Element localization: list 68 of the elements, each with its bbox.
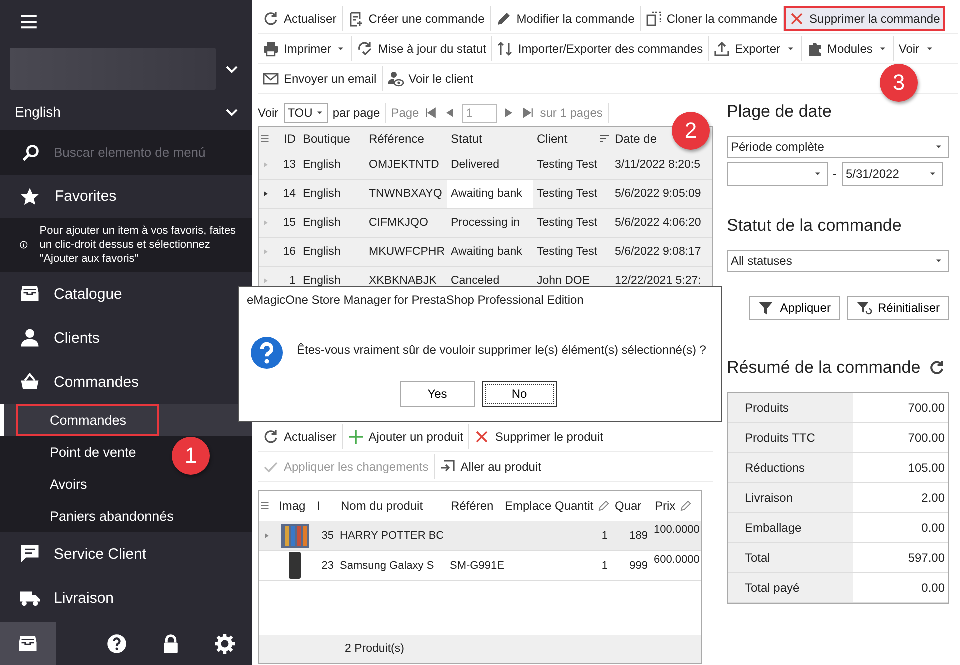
step-number-badge: 2 (672, 112, 710, 150)
table-cell-text: Awaiting bank (450, 246, 524, 258)
table-cell-text: English (302, 275, 342, 287)
table-cell: Awaiting bank (447, 180, 533, 208)
table-cell-text: 5/6/2022 9:08:17 (614, 246, 702, 258)
per-page-label: Voir (258, 106, 279, 120)
step-number-badge: 3 (880, 64, 918, 102)
table-cell-text: 5/6/2022 9:05:09 (614, 188, 702, 200)
table-cell-text: MKUWFCPHR (368, 246, 446, 258)
summary-value: 597.00 (853, 543, 948, 573)
table-cell-text: CIFMKJQO (368, 217, 430, 229)
table-cell-text: 3/11/2022 8:20:5 (614, 159, 702, 171)
table-cell-text: 600.0000 (653, 553, 701, 566)
table-cell-text: 1 (600, 560, 609, 572)
table-cell-text: 1 (600, 530, 609, 542)
table-cell-text: Samsung Galaxy S (339, 560, 436, 572)
summary-label: Total (728, 543, 853, 573)
table-cell-text: 15 (282, 217, 297, 229)
date-separator: - (833, 167, 837, 181)
per-page-label: par page (332, 106, 380, 120)
summary-label: Emballage (728, 513, 853, 543)
section-title: Résumé de la commande (727, 358, 921, 378)
table-cell-text: 189 (628, 530, 649, 542)
table-cell-text: 14 (282, 188, 297, 200)
table-footer: 2 Produit(s) (259, 635, 701, 663)
table-cell-text: HARRY POTTER BC (339, 530, 446, 542)
section-title: Plage de date (727, 102, 833, 122)
summary-value: 0.00 (853, 573, 948, 603)
summary-label: Livraison (728, 483, 853, 513)
table-cell-text: TNWNBXAYQ (368, 188, 444, 200)
table-cell-text: OMJEKTNTD (368, 159, 440, 171)
table-cell-text: Canceled (450, 275, 501, 287)
page-total: sur 1 pages (540, 106, 603, 120)
favorites-hint: Pour ajouter un item à vos favoris, faites un clic-droit dessus et sélectionnez "Ajouter aux favoris" (40, 224, 238, 266)
table-cell-text: 23 (320, 560, 335, 572)
table-cell-text: 12/22/2021 5:27: (614, 275, 702, 287)
table-cell-text: Processing in (450, 217, 522, 229)
summary-label: Réductions (728, 453, 853, 483)
summary-label: Produits (728, 393, 853, 423)
table-cell-text: Delivered (450, 159, 501, 171)
summary-value: 2.00 (853, 483, 948, 513)
table-cell-text: 100.0000 (653, 523, 701, 536)
table-cell-text: 1 (288, 275, 297, 287)
table-cell-text: 35 (320, 530, 335, 542)
table-cell-text: Testing Test (536, 217, 599, 229)
table-cell-text: Testing Test (536, 188, 599, 200)
summary-value: 105.00 (853, 453, 948, 483)
table-cell: SM-G991E (450, 560, 504, 572)
summary-value: 700.00 (853, 393, 948, 423)
summary-value: 0.00 (853, 513, 948, 543)
table-cell-text: 13 (282, 159, 297, 171)
dialog-message: Êtes-vous vraiment sûr de vouloir supprimer le(s) élément(s) sélectionné(s) ? (297, 342, 706, 357)
table-cell-text: English (302, 217, 342, 229)
summary-label: Total payé (728, 573, 853, 603)
table-cell-text: Testing Test (536, 159, 599, 171)
section-title: Statut de la commande (727, 216, 903, 236)
table-cell-text: 999 (628, 560, 649, 572)
table-cell-text: 5/6/2022 4:06:20 (614, 217, 702, 229)
table-cell-text: English (302, 246, 342, 258)
table-cell-text: English (302, 159, 342, 171)
table-cell-text: XKBKNABJK (368, 275, 438, 287)
table-cell-text: John DOE (536, 275, 592, 287)
table-cell-text: 16 (282, 246, 297, 258)
table-cell-text: Testing Test (536, 246, 599, 258)
summary-value: 700.00 (853, 423, 948, 453)
page-label: Page (391, 106, 420, 120)
table-cell-text: English (302, 188, 342, 200)
summary-label: Produits TTC (728, 423, 853, 453)
